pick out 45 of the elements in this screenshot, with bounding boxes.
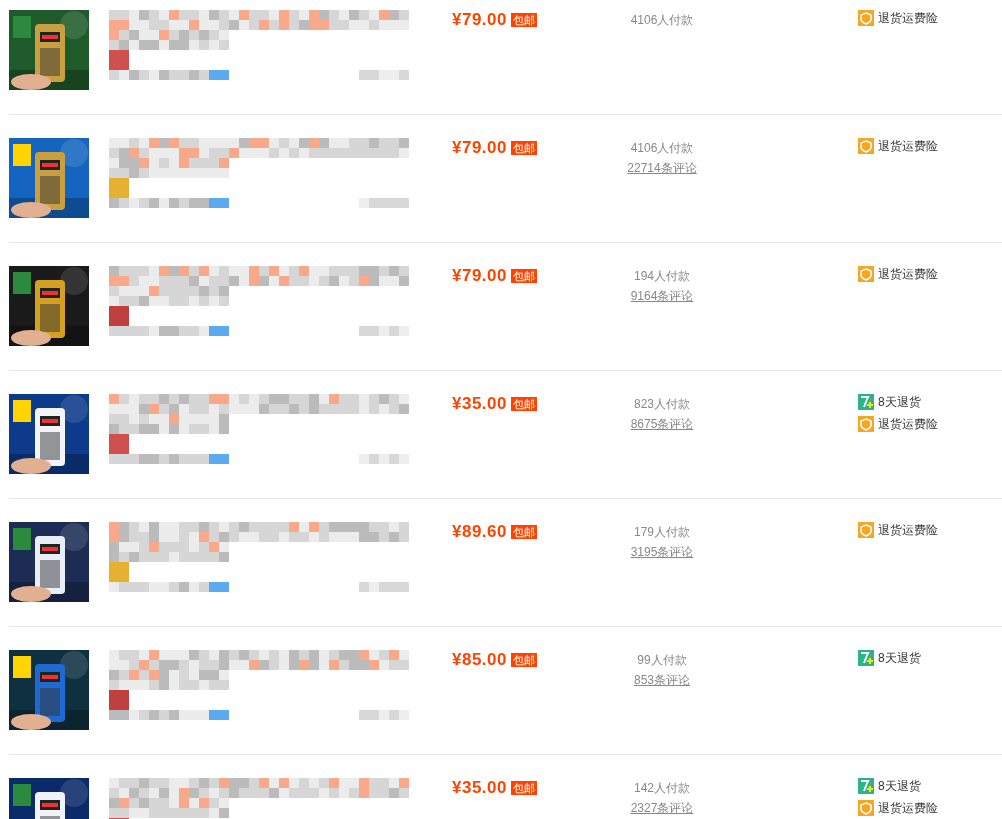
sales-count: 142人付款 (634, 780, 690, 797)
seven-plus-icon (858, 394, 874, 410)
sales-count: 99人付款 (637, 652, 687, 669)
shield-icon (858, 522, 874, 538)
service-label: 退货运费险 (878, 266, 938, 282)
shield-icon (858, 416, 874, 432)
shield-icon (858, 10, 874, 26)
service-label: 8天退货 (878, 394, 921, 410)
free-shipping-badge: 包邮 (511, 397, 537, 411)
price: ¥89.60 (452, 522, 507, 542)
reviews-link[interactable]: 2327条评论 (630, 798, 694, 818)
reviews-link[interactable]: 8675条评论 (630, 414, 694, 434)
price: ¥35.00 (452, 394, 507, 414)
free-shipping-badge: 包邮 (511, 269, 537, 283)
price: ¥79.00 (452, 138, 507, 158)
free-shipping-badge: 包邮 (511, 525, 537, 539)
reviews-link[interactable]: 3195条评论 (630, 542, 694, 562)
sales-count: 823人付款 (634, 396, 690, 413)
price: ¥79.00 (452, 266, 507, 286)
reviews-link[interactable]: 9164条评论 (630, 286, 694, 306)
seven-plus-icon (858, 650, 874, 666)
price: ¥85.00 (452, 650, 507, 670)
reviews-link[interactable]: 853条评论 (634, 670, 690, 690)
free-shipping-badge: 包邮 (511, 781, 537, 795)
service-label: 退货运费险 (878, 10, 938, 26)
free-shipping-badge: 包邮 (511, 13, 537, 27)
price: ¥35.00 (452, 778, 507, 798)
free-shipping-badge: 包邮 (511, 141, 537, 155)
reviews-link[interactable]: 22714条评论 (627, 158, 697, 178)
shield-icon (858, 800, 874, 816)
shield-icon (858, 266, 874, 282)
sales-count: 4106人付款 (630, 140, 694, 157)
service-label: 退货运费险 (878, 800, 938, 816)
seven-plus-icon (858, 778, 874, 794)
free-shipping-badge: 包邮 (511, 653, 537, 667)
service-label: 退货运费险 (878, 522, 938, 538)
sales-count: 194人付款 (634, 268, 690, 285)
price: ¥79.00 (452, 10, 507, 30)
sales-count: 179人付款 (634, 524, 690, 541)
shield-icon (858, 138, 874, 154)
service-label: 退货运费险 (878, 416, 938, 432)
service-label: 8天退货 (878, 778, 921, 794)
service-label: 8天退货 (878, 650, 921, 666)
sales-count: 4106人付款 (630, 12, 694, 29)
service-label: 退货运费险 (878, 138, 938, 154)
